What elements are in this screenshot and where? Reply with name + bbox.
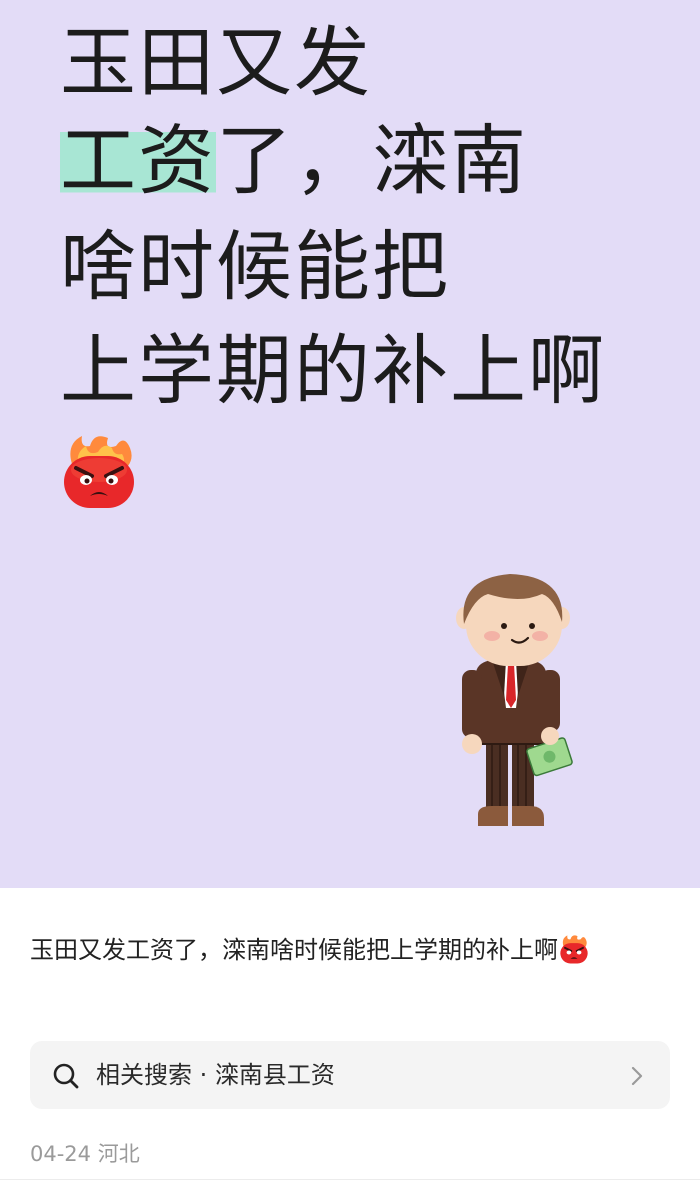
related-search-label: 相关搜索 · 滦南县工资 bbox=[96, 1061, 335, 1089]
cover-text-line-1: 玉田又发 bbox=[60, 18, 372, 107]
post-caption: 玉田又发工资了，滦南啥时候能把上学期的补上啊 bbox=[30, 930, 670, 970]
related-search-card[interactable]: 相关搜索 · 滦南县工资 bbox=[30, 1041, 670, 1109]
cover-text-line-3: 啥时候能把 bbox=[60, 222, 450, 311]
cover-text-line-4: 上学期的补上啊 bbox=[60, 326, 606, 415]
divider bbox=[0, 1179, 700, 1180]
angry-fire-emoji bbox=[64, 436, 134, 508]
angry-fire-emoji bbox=[560, 935, 588, 964]
post-date: 04-24 bbox=[30, 1142, 92, 1166]
post-cover-image[interactable]: 玉田又发 工资了，滦南 啥时候能把 上学期的补上啊 bbox=[0, 0, 700, 888]
chevron-right-icon bbox=[631, 1066, 643, 1086]
post-meta: 04-24 河北 bbox=[30, 1138, 140, 1168]
post-location: 河北 bbox=[97, 1142, 140, 1166]
caption-text: 玉田又发工资了，滦南啥时候能把上学期的补上啊 bbox=[30, 936, 558, 964]
cover-text-line-2-rest: 了，滦南 bbox=[216, 116, 528, 205]
cover-text-line-2: 工资了，滦南 bbox=[60, 116, 528, 206]
businessman-illustration bbox=[456, 574, 573, 826]
cover-highlight-text: 工资 bbox=[60, 116, 216, 205]
search-icon bbox=[53, 1063, 79, 1089]
